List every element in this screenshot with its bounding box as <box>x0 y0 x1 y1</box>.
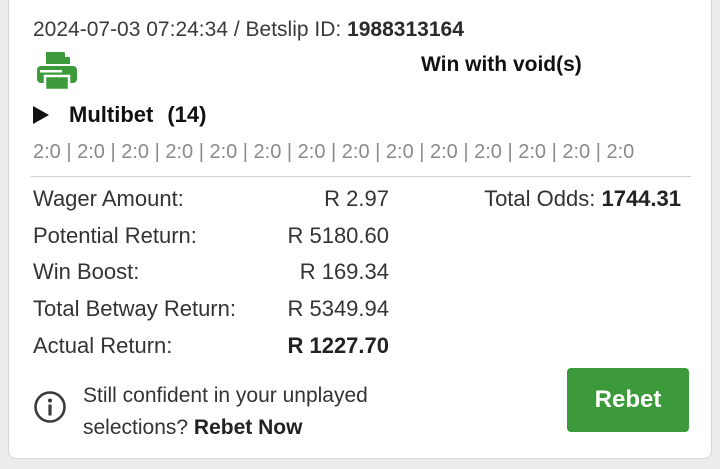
detail-label: Wager Amount: <box>33 186 184 211</box>
selection-scores: 2:0 | 2:0 | 2:0 | 2:0 | 2:0 | 2:0 | 2:0 … <box>33 141 635 163</box>
bet-datetime: 2024-07-03 07:24:34 <box>33 18 228 41</box>
info-icon <box>34 391 66 423</box>
detail-label: Potential Return: <box>33 223 197 248</box>
divider <box>31 176 691 177</box>
detail-label: Actual Return: <box>33 333 173 358</box>
bet-type-label: Multibet <box>69 102 154 127</box>
detail-value: R 1227.70 <box>287 333 389 358</box>
detail-value: R 169.34 <box>299 259 389 284</box>
promo-question: selections? <box>83 416 189 439</box>
betslip-id-value: 1988313164 <box>347 18 464 41</box>
potential-return-row: Potential Return: R 5180.60 <box>33 223 389 253</box>
selection-count: (14) <box>167 102 207 127</box>
actual-return-row: Actual Return: R 1227.70 <box>33 333 389 363</box>
detail-label: Win Boost: <box>33 259 140 284</box>
rebet-button[interactable]: Rebet <box>567 368 689 432</box>
header-separator: / <box>233 18 240 41</box>
promo-line-1: Still confident in your unplayed <box>83 384 368 407</box>
bet-status: Win with void(s) <box>421 53 582 76</box>
total-odds-label: Total Odds: <box>484 186 596 211</box>
detail-value: R 5180.60 <box>287 223 389 248</box>
rebet-now-link[interactable]: Rebet Now <box>194 416 303 439</box>
total-odds: Total Odds: 1744.31 <box>484 186 681 212</box>
multibet-toggle[interactable]: Multibet (14) <box>33 102 206 128</box>
printer-icon[interactable] <box>35 50 79 92</box>
betslip-id-label: Betslip ID: <box>245 18 342 41</box>
betslip-header: 2024-07-03 07:24:34 / Betslip ID: 198831… <box>33 18 464 42</box>
rebet-promo: Still confident in your unplayed selecti… <box>83 380 368 444</box>
detail-value: R 2.97 <box>324 186 389 211</box>
total-odds-value: 1744.31 <box>601 186 681 211</box>
win-boost-row: Win Boost: R 169.34 <box>33 259 389 289</box>
play-triangle-icon[interactable] <box>33 106 49 124</box>
promo-line-2: selections? Rebet Now <box>83 412 368 444</box>
wager-amount-row: Wager Amount: R 2.97 <box>33 186 389 216</box>
total-betway-return-row: Total Betway Return: R 5349.94 <box>33 296 389 326</box>
detail-value: R 5349.94 <box>287 296 389 321</box>
detail-label: Total Betway Return: <box>33 296 236 321</box>
betslip-card: 2024-07-03 07:24:34 / Betslip ID: 198831… <box>8 0 712 459</box>
